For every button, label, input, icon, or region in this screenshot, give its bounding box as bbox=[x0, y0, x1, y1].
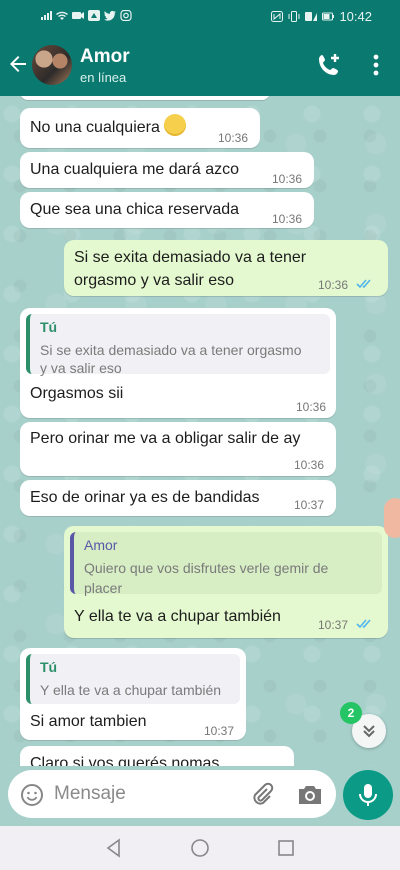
contact-status: en línea bbox=[80, 70, 127, 85]
contact-avatar[interactable] bbox=[32, 45, 72, 85]
instagram-icon bbox=[120, 10, 132, 21]
video-app-icon bbox=[72, 12, 84, 19]
quote-author: Tú bbox=[40, 319, 58, 335]
message-text: Que sea una chica reservada bbox=[30, 201, 240, 218]
signal-strength-icon bbox=[305, 12, 318, 21]
quote-text-line1: Y ella te va a chupar también bbox=[40, 682, 222, 698]
contact-name[interactable]: Amor bbox=[80, 46, 130, 68]
message-bubble-partial bbox=[20, 96, 270, 100]
message-bubble-outgoing-with-reply[interactable]: Amor Quiero que vos disfrutes verle gemi… bbox=[64, 526, 388, 638]
chat-area[interactable]: No una cualquiera 10:36 Una cualquiera m… bbox=[0, 96, 400, 766]
unread-count-badge: 2 bbox=[340, 702, 362, 724]
message-bubble-outgoing[interactable]: Si se exita demasiado va a tener orgasmo… bbox=[64, 240, 388, 296]
message-bubble[interactable]: Pero orinar me va a obligar salir de ay … bbox=[20, 422, 336, 476]
message-time: 10:36 bbox=[272, 172, 303, 186]
message-time: 10:36 bbox=[218, 131, 249, 145]
message-text-line2: orgasmo y va salir eso bbox=[74, 272, 235, 289]
nav-home-icon[interactable] bbox=[190, 838, 210, 858]
nav-back-icon[interactable] bbox=[104, 838, 124, 858]
twitter-icon bbox=[104, 10, 116, 21]
status-icons-left bbox=[40, 10, 132, 21]
rolling-eyes-emoji-icon bbox=[163, 114, 186, 136]
message-time: 10:36 bbox=[318, 278, 349, 292]
quote-author: Tú bbox=[40, 659, 58, 675]
message-text: Pero orinar me va a obligar salir de ay bbox=[30, 430, 301, 447]
message-bubble-with-reply[interactable]: Tú Si se exita demasiado va a tener orga… bbox=[20, 308, 336, 418]
quote-text-line1: Si se exita demasiado va a tener orgasmo bbox=[40, 342, 302, 358]
input-bar bbox=[0, 766, 400, 826]
message-text: Una cualquiera me dará azco bbox=[30, 161, 240, 178]
side-floating-bubble[interactable] bbox=[384, 498, 400, 538]
double-check-icon bbox=[356, 619, 371, 629]
app-notification-icon bbox=[88, 10, 100, 21]
message-text: Y ella te va a chupar también bbox=[74, 608, 281, 625]
microphone-icon bbox=[359, 784, 377, 806]
status-bar: 10:42 bbox=[0, 0, 400, 34]
more-options-icon[interactable] bbox=[366, 52, 386, 78]
double-check-icon bbox=[356, 279, 371, 289]
camera-icon[interactable] bbox=[296, 782, 324, 808]
message-bubble-partial[interactable]: Claro si vos querés nomas bbox=[20, 746, 294, 766]
message-time: 10:36 bbox=[294, 458, 325, 472]
quote-text-line1: Quiero que vos disfrutes verle gemir de bbox=[84, 560, 329, 576]
back-arrow-icon[interactable] bbox=[6, 52, 30, 76]
signal-icon bbox=[41, 11, 52, 20]
double-chevron-down-icon bbox=[363, 725, 375, 738]
attach-icon[interactable] bbox=[250, 782, 276, 808]
message-bubble-with-reply[interactable]: Tú Y ella te va a chupar también Si amor… bbox=[20, 648, 246, 740]
message-text: Eso de orinar ya es de bandidas bbox=[30, 489, 260, 506]
quoted-message[interactable]: Amor Quiero que vos disfrutes verle gemi… bbox=[70, 532, 382, 596]
message-time: 10:36 bbox=[272, 212, 303, 226]
message-bubble[interactable]: Que sea una chica reservada 10:36 bbox=[20, 192, 314, 228]
message-input[interactable] bbox=[54, 780, 234, 808]
message-text: Orgasmos sii bbox=[30, 385, 124, 402]
message-text: Si amor tambien bbox=[30, 713, 147, 730]
message-time: 10:37 bbox=[318, 618, 349, 632]
message-input-container[interactable] bbox=[8, 770, 336, 818]
quote-text-line2: placer bbox=[84, 580, 123, 596]
wifi-icon bbox=[56, 11, 68, 20]
battery-icon bbox=[322, 12, 335, 21]
add-call-icon[interactable] bbox=[316, 52, 342, 78]
quote-author: Amor bbox=[84, 537, 118, 553]
nfc-icon bbox=[271, 11, 284, 22]
chat-header: Amor en línea bbox=[0, 34, 400, 96]
message-time: 10:37 bbox=[204, 724, 235, 738]
status-time: 10:42 bbox=[339, 9, 372, 24]
message-text-line1: Si se exita demasiado va a tener bbox=[74, 249, 307, 266]
quoted-message[interactable]: Tú Y ella te va a chupar también bbox=[26, 654, 240, 704]
quoted-message[interactable]: Tú Si se exita demasiado va a tener orga… bbox=[26, 314, 330, 376]
emoji-icon[interactable] bbox=[20, 783, 44, 807]
message-bubble[interactable]: No una cualquiera 10:36 bbox=[20, 108, 260, 148]
voice-message-button[interactable] bbox=[343, 770, 393, 820]
nav-recents-icon[interactable] bbox=[276, 838, 296, 858]
message-text: Claro si vos querés nomas bbox=[30, 755, 220, 766]
vibrate-icon bbox=[288, 11, 300, 22]
status-icons-right: 10:42 bbox=[271, 9, 372, 24]
message-text: No una cualquiera bbox=[30, 114, 186, 140]
message-time: 10:37 bbox=[294, 498, 325, 512]
message-bubble[interactable]: Una cualquiera me dará azco 10:36 bbox=[20, 152, 314, 188]
message-bubble[interactable]: Eso de orinar ya es de bandidas 10:37 bbox=[20, 480, 336, 516]
system-navigation-bar bbox=[0, 826, 400, 870]
message-time: 10:36 bbox=[296, 400, 327, 414]
quote-text-line2: y va salir eso bbox=[40, 360, 122, 376]
